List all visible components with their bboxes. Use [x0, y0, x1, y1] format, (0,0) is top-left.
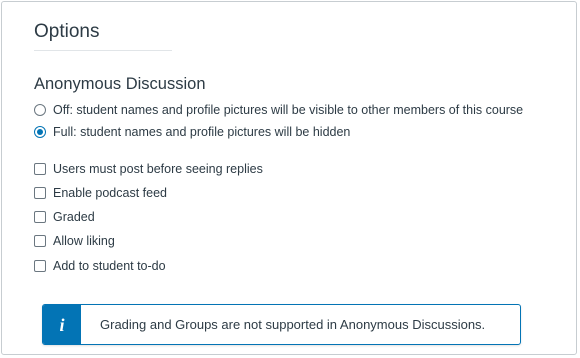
podcast-feed-label: Enable podcast feed: [53, 186, 167, 200]
anonymous-discussion-heading: Anonymous Discussion: [34, 75, 206, 93]
anonymous-off-option[interactable]: Off: student names and profile pictures …: [33, 101, 523, 119]
must-post-label: Users must post before seeing replies: [53, 162, 263, 176]
must-post-checkbox[interactable]: [34, 163, 46, 175]
anonymous-off-label: Off: student names and profile pictures …: [53, 103, 524, 117]
allow-liking-option[interactable]: Allow liking: [33, 232, 115, 250]
anonymous-full-radio[interactable]: [34, 126, 46, 138]
podcast-feed-option[interactable]: Enable podcast feed: [33, 184, 167, 202]
graded-option[interactable]: Graded: [33, 208, 95, 226]
title-divider: [34, 50, 172, 51]
must-post-option[interactable]: Users must post before seeing replies: [33, 160, 263, 178]
anonymous-full-label: Full: student names and profile pictures…: [53, 125, 351, 139]
student-todo-checkbox[interactable]: [34, 260, 46, 272]
graded-checkbox[interactable]: [34, 211, 46, 223]
info-alert: i Grading and Groups are not supported i…: [42, 304, 521, 345]
anonymous-off-radio[interactable]: [34, 104, 46, 116]
allow-liking-checkbox[interactable]: [34, 235, 46, 247]
alert-icon-box: i: [43, 305, 81, 344]
info-icon: i: [59, 314, 65, 335]
student-todo-label: Add to student to-do: [53, 259, 166, 273]
podcast-feed-checkbox[interactable]: [34, 187, 46, 199]
student-todo-option[interactable]: Add to student to-do: [33, 257, 166, 275]
graded-label: Graded: [53, 210, 95, 224]
allow-liking-label: Allow liking: [53, 234, 115, 248]
alert-message: Grading and Groups are not supported in …: [100, 317, 486, 332]
anonymous-full-option[interactable]: Full: student names and profile pictures…: [33, 123, 350, 141]
options-panel: Options Anonymous Discussion Off: studen…: [1, 1, 577, 355]
page-title: Options: [34, 21, 100, 42]
